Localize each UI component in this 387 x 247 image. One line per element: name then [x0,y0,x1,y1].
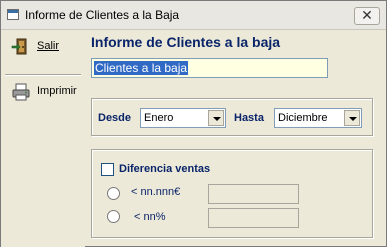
print-button[interactable]: Imprimir [7,81,81,103]
report-title-value: Clientes a la baja [94,61,189,75]
desde-label: Desde [98,112,132,124]
sidebar-divider [5,74,81,76]
amount-input[interactable] [208,184,299,204]
sidebar: Salir Imprimir [1,31,85,247]
amount-option-label: < nn.nnn€ [131,186,181,198]
desde-value: Enero [144,112,174,124]
chevron-down-icon[interactable] [208,110,224,126]
report-title-input[interactable]: Clientes a la baja [91,58,328,78]
sales-difference-label: Diferencia ventas [119,163,211,175]
exit-label: Salir [37,40,60,52]
page-heading: Informe de Clientes a la baja [91,34,281,50]
title-bar[interactable]: Informe de Clientes a la Baja ✕ [1,1,386,30]
exit-button[interactable]: Salir [7,36,81,58]
chevron-down-icon[interactable] [344,110,360,126]
desde-select[interactable]: Enero [140,108,226,128]
app-window-icon [7,9,19,20]
amount-option-radio[interactable] [107,187,120,200]
close-button[interactable]: ✕ [354,7,380,25]
report-window: Informe de Clientes a la Baja ✕ Salir Im… [0,0,387,247]
print-label: Imprimir [37,85,77,97]
hasta-value: Diciembre [278,112,328,124]
sales-difference-checkbox[interactable] [101,163,114,176]
exit-door-icon [11,37,31,57]
percent-option-radio[interactable] [107,210,120,223]
hasta-label: Hasta [234,112,264,124]
window-title: Informe de Clientes a la Baja [25,8,180,22]
percent-input[interactable] [208,208,299,228]
percent-option-label: < nn% [134,211,166,223]
hasta-select[interactable]: Diciembre [274,108,362,128]
printer-icon [11,82,31,102]
